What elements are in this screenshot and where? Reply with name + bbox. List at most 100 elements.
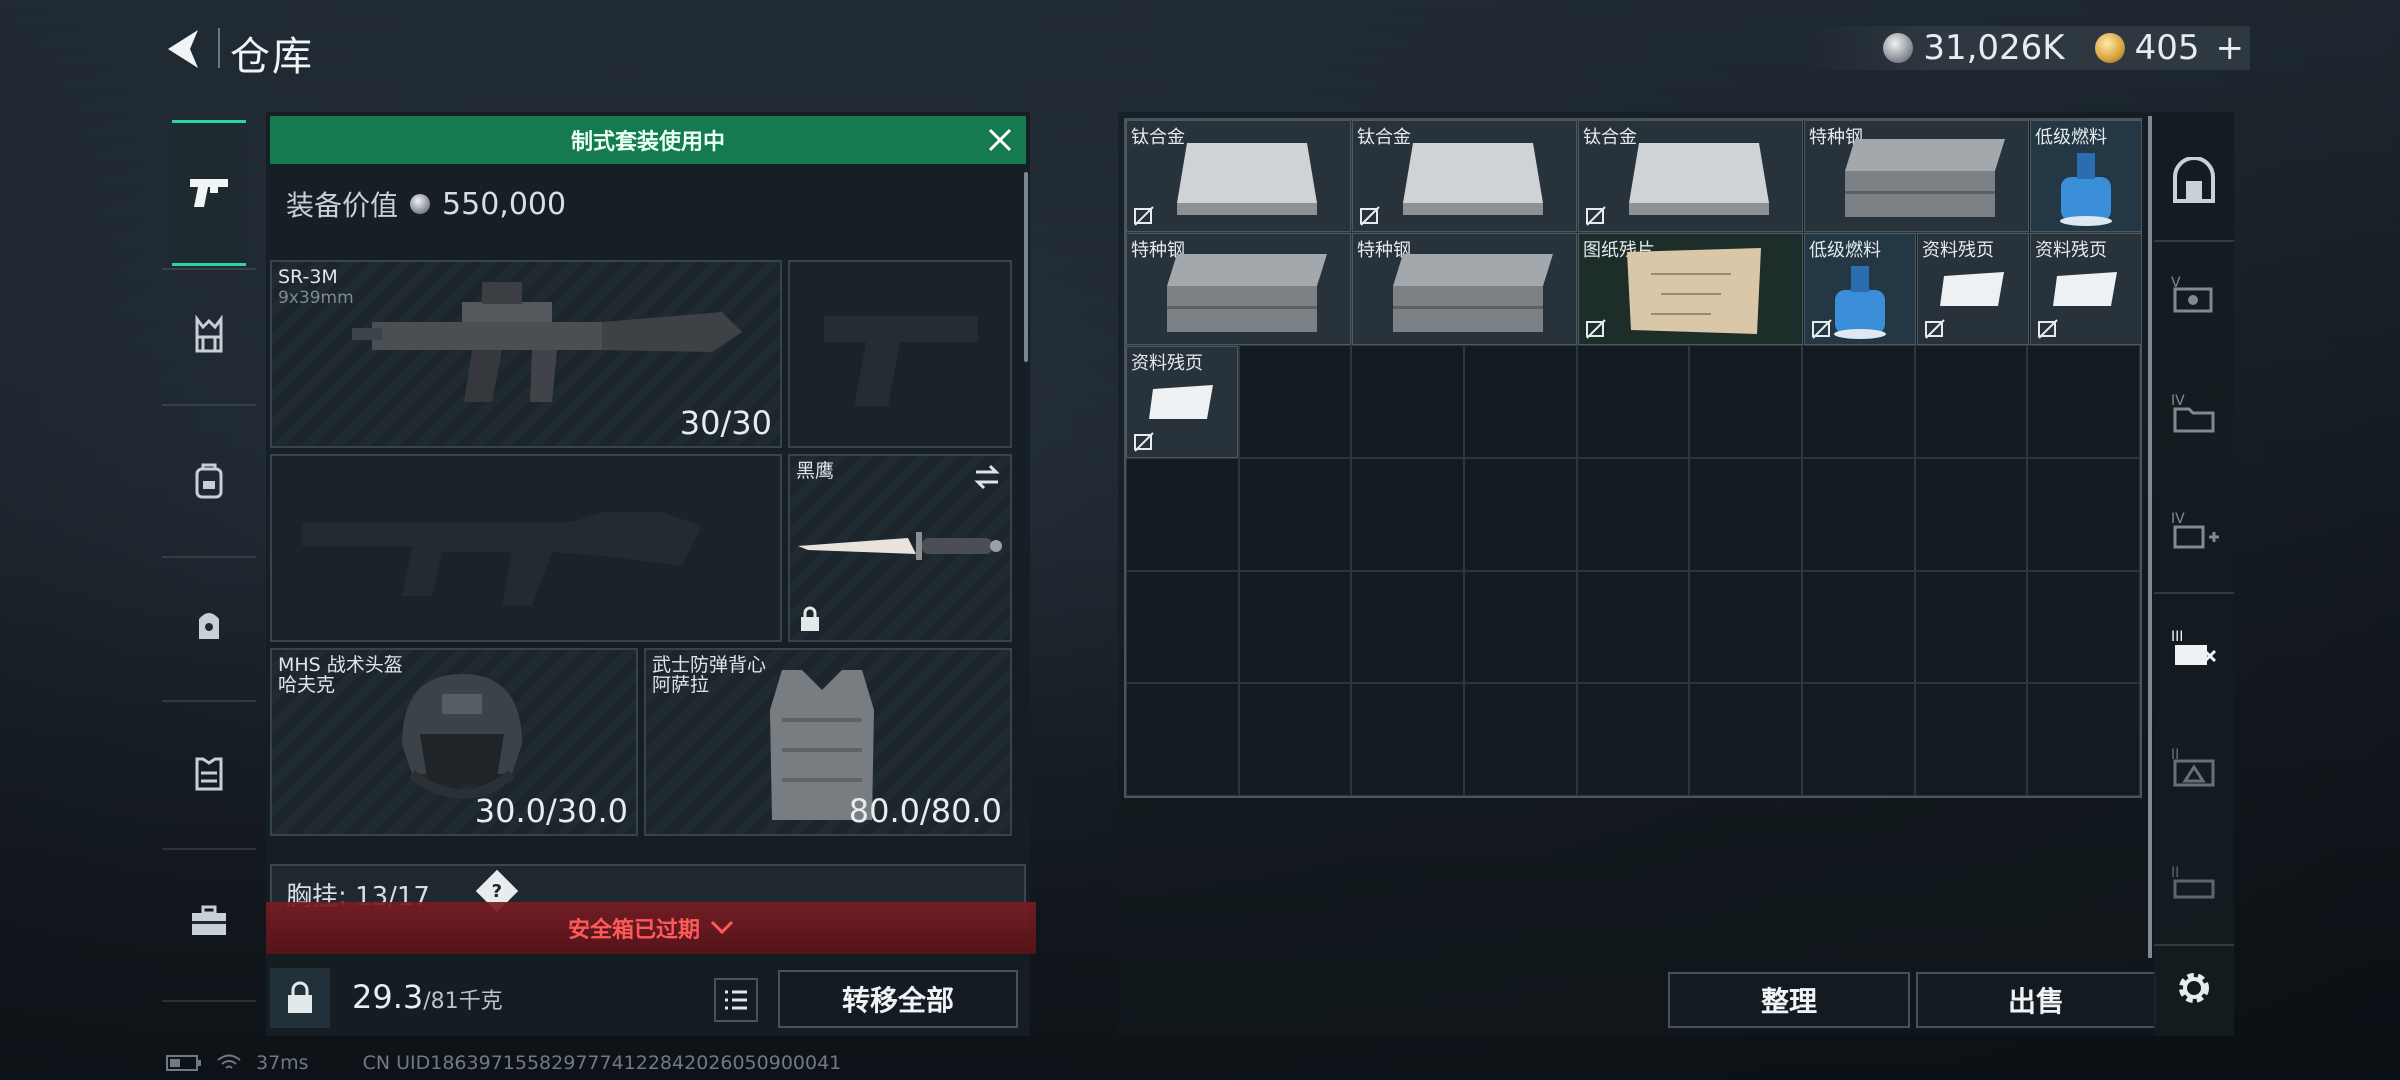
stash-page-main[interactable] (2160, 148, 2228, 216)
rail-tab-safe-box[interactable] (172, 588, 246, 662)
stash-cell[interactable] (1689, 570, 1802, 684)
stash-cell[interactable] (1126, 457, 1239, 571)
stash-cell[interactable] (1351, 570, 1464, 684)
stash-cell[interactable] (1914, 345, 2028, 458)
swap-icon[interactable] (972, 462, 1002, 492)
stash-item-low-fuel[interactable]: 低级燃料 (1804, 233, 1916, 345)
svg-text:IV: IV (2171, 511, 2185, 527)
rifle-image (352, 282, 742, 402)
rail-tab-armor[interactable] (172, 736, 246, 810)
stash-page-4[interactable]: IV (2160, 378, 2228, 446)
stash-page-5[interactable]: V (2160, 260, 2228, 328)
sell-button[interactable]: 出售 (1916, 972, 2156, 1028)
stash-item-document-page[interactable]: 资料残页 (1917, 233, 2029, 345)
helmet-name: MHS 战术头盔 (278, 654, 403, 676)
rail-tab-backpack[interactable] (172, 444, 246, 518)
currency-bar: 31,026K 405 + (1803, 26, 2250, 70)
stash-cell[interactable] (1689, 457, 1802, 571)
stash-cell[interactable] (1351, 457, 1464, 571)
safe-box-expired-notice[interactable]: 安全箱已过期 (266, 902, 1036, 954)
weight-lock-button[interactable] (270, 968, 330, 1028)
stash-cell[interactable] (1463, 570, 1577, 684)
stash-cell[interactable] (1238, 570, 1352, 684)
rail-tab-chest-rig[interactable] (172, 298, 246, 372)
stash-cell[interactable] (1914, 683, 2028, 796)
stash-item-special-steel[interactable]: 特种钢 (1352, 233, 1577, 345)
stash-cell[interactable] (1801, 683, 1915, 796)
stash-cell[interactable] (1238, 683, 1352, 796)
no-insurance-icon (1360, 206, 1380, 226)
stash-cell[interactable] (1801, 457, 1915, 571)
helmet-slot[interactable]: MHS 战术头盔 哈夫克 30.0/30.0 (270, 648, 638, 836)
stash-item-titanium[interactable]: 钛合金 (1352, 120, 1577, 232)
no-insurance-icon (1586, 206, 1606, 226)
stash-cell[interactable] (1689, 345, 1802, 458)
briefcase-icon (192, 905, 226, 935)
stash-item-special-steel[interactable]: 特种钢 (1804, 120, 2029, 232)
user-uid: CN UID1863971558297774122842026050900041 (362, 1052, 842, 1074)
armor-slot[interactable]: 武士防弹背心 阿萨拉 80.0/80.0 (644, 648, 1012, 836)
fuel-canister-image (2060, 153, 2112, 226)
no-insurance-icon (1134, 432, 1154, 452)
stash-item-document-page[interactable]: 资料残页 (2030, 233, 2142, 345)
stash-cell[interactable] (1576, 683, 1690, 796)
silver-coin-icon (410, 194, 431, 214)
stash-cell[interactable] (1238, 345, 1352, 458)
melee-slot[interactable]: 黑鹰 (788, 454, 1012, 642)
gold-amount: 405 (2134, 28, 2200, 68)
stash-cell[interactable] (1463, 345, 1577, 458)
stash-page-4-add[interactable]: IV (2160, 496, 2228, 564)
armor-durability: 80.0/80.0 (848, 792, 1002, 830)
sort-button[interactable]: 整理 (1668, 972, 1910, 1028)
list-view-button[interactable] (714, 978, 758, 1022)
no-insurance-icon (2038, 319, 2058, 339)
stash-item-low-fuel[interactable]: 低级燃料 (2030, 120, 2142, 232)
stash-cell[interactable] (1351, 345, 1464, 458)
loadout-scrollbar[interactable] (1024, 172, 1028, 362)
stash-cell[interactable] (2027, 345, 2140, 458)
stash-cell[interactable] (2027, 683, 2140, 796)
stash-cell[interactable] (1351, 683, 1464, 796)
weight-lock-icon (288, 981, 312, 1013)
stash-item-special-steel[interactable]: 特种钢 (1126, 233, 1351, 345)
rail-divider (162, 556, 256, 558)
stash-item-titanium[interactable]: 钛合金 (1578, 120, 1803, 232)
settings-button[interactable] (2160, 954, 2228, 1022)
rail-divider (162, 268, 256, 270)
stash-cell[interactable] (1126, 683, 1239, 796)
status-bar: 37ms CN UID18639715582977741228420260509… (166, 1052, 841, 1074)
stash-cell[interactable] (2027, 457, 2140, 571)
stash-cell[interactable] (1801, 570, 1915, 684)
stash-cell[interactable] (1576, 570, 1690, 684)
back-arrow-icon[interactable] (160, 24, 210, 74)
primary-weapon-slot[interactable]: SR-3M 9x39mm 30/30 (270, 260, 782, 448)
stash-cell[interactable] (1576, 345, 1690, 458)
stash-item-document-page[interactable]: 资料残页 (1126, 346, 1238, 458)
ammo-count: 30/30 (679, 404, 772, 442)
stash-scrollbar[interactable] (2148, 116, 2152, 958)
rail-tab-toolbox[interactable] (172, 884, 246, 958)
stash-page-3-active[interactable]: III (2160, 614, 2228, 682)
stash-cell[interactable] (1126, 570, 1239, 684)
pistol-slot[interactable] (788, 260, 1012, 448)
list-icon (725, 990, 747, 1010)
stash-cell[interactable] (1689, 683, 1802, 796)
stash-cell[interactable] (1914, 457, 2028, 571)
stash-cell[interactable] (1238, 457, 1352, 571)
add-currency-button[interactable]: + (2216, 28, 2245, 68)
stash-item-blueprint-fragment[interactable]: 图纸残片 (1578, 233, 1803, 345)
secondary-weapon-slot[interactable] (270, 454, 782, 642)
stash-cell[interactable] (1801, 345, 1915, 458)
stash-cell[interactable] (2027, 570, 2140, 684)
close-icon[interactable] (984, 124, 1016, 156)
transfer-all-button[interactable]: 转移全部 (778, 970, 1018, 1028)
stash-page-1[interactable]: II (2160, 850, 2228, 918)
stash-cell[interactable] (1576, 457, 1690, 571)
rail-tab-weapons[interactable] (172, 120, 246, 266)
stash-cell[interactable] (1914, 570, 2028, 684)
stash-page-2[interactable]: II (2160, 732, 2228, 800)
stash-cell[interactable] (1463, 683, 1577, 796)
item-name: 资料残页 (2035, 240, 2107, 261)
stash-item-titanium[interactable]: 钛合金 (1126, 120, 1351, 232)
stash-cell[interactable] (1463, 457, 1577, 571)
